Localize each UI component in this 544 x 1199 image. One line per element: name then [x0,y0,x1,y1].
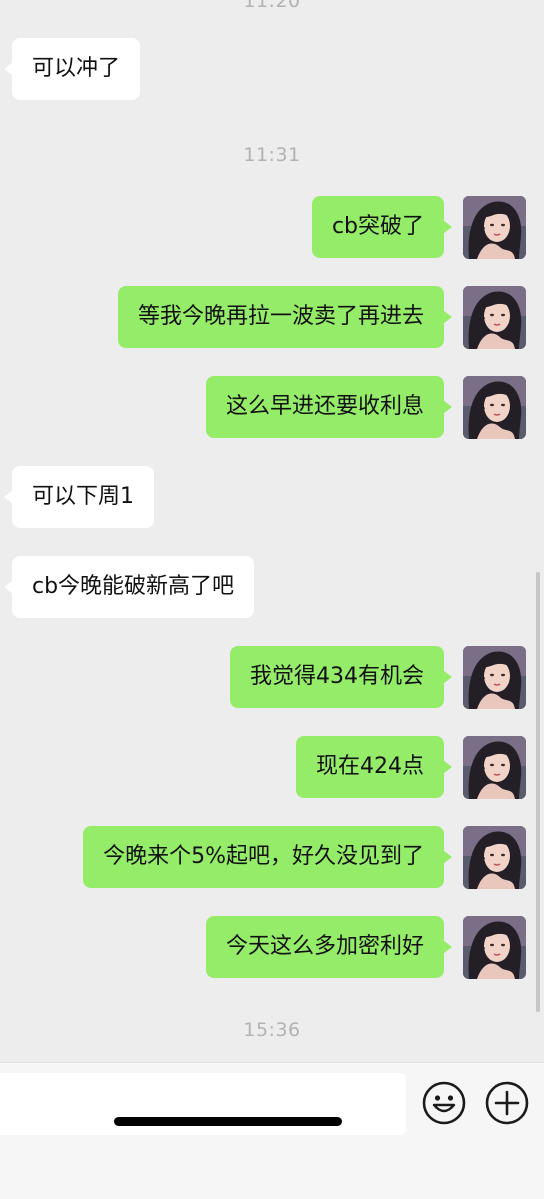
message-bubble-outgoing[interactable]: 今晚来个5%起吧，好久没见到了 [83,826,452,888]
message-bubble-incoming[interactable]: 可以下周1 [4,466,154,528]
message-bubble-outgoing[interactable]: 现在424点 [296,736,452,798]
user-avatar[interactable] [463,286,526,349]
avatar-image [463,736,526,799]
input-bar [0,1062,544,1199]
smiley-face-icon[interactable] [421,1080,467,1126]
message-bubble-outgoing[interactable]: 今天这么多加密利好 [205,916,453,978]
user-avatar[interactable] [463,376,526,439]
avatar-image [463,646,526,709]
avatar-image [463,376,526,439]
message-bubble-incoming[interactable]: 可以冲了 [3,38,141,100]
message-bubble-outgoing[interactable]: 我觉得434有机会 [230,646,452,708]
user-avatar[interactable] [463,736,526,799]
avatar-image [463,286,526,349]
user-avatar[interactable] [463,826,526,889]
timestamp-1536: 15:36 [243,1019,301,1041]
message-bubble-outgoing[interactable]: 这么早进还要收利息 [205,376,453,438]
plus-circle-icon[interactable] [484,1080,530,1126]
avatar-image [463,826,526,889]
scrollbar[interactable] [536,572,540,1012]
home-indicator[interactable] [114,1117,342,1126]
user-avatar[interactable] [463,646,526,709]
avatar-image [463,916,526,979]
message-bubble-outgoing[interactable]: 等我今晚再拉一波卖了再进去 [117,286,453,348]
message-bubble-outgoing[interactable]: cb突破了 [311,196,453,258]
avatar-image [463,196,526,259]
timestamp-1131: 11:31 [243,144,301,166]
chat-screen: 11:20 可以冲了 11:31 cb突破了 等我今晚再拉一波卖了再进去 这么早… [0,0,544,1199]
timestamp-top: 11:20 [243,0,301,12]
user-avatar[interactable] [463,196,526,259]
user-avatar[interactable] [463,916,526,979]
message-bubble-incoming[interactable]: cb今晚能破新高了吧 [3,556,255,618]
